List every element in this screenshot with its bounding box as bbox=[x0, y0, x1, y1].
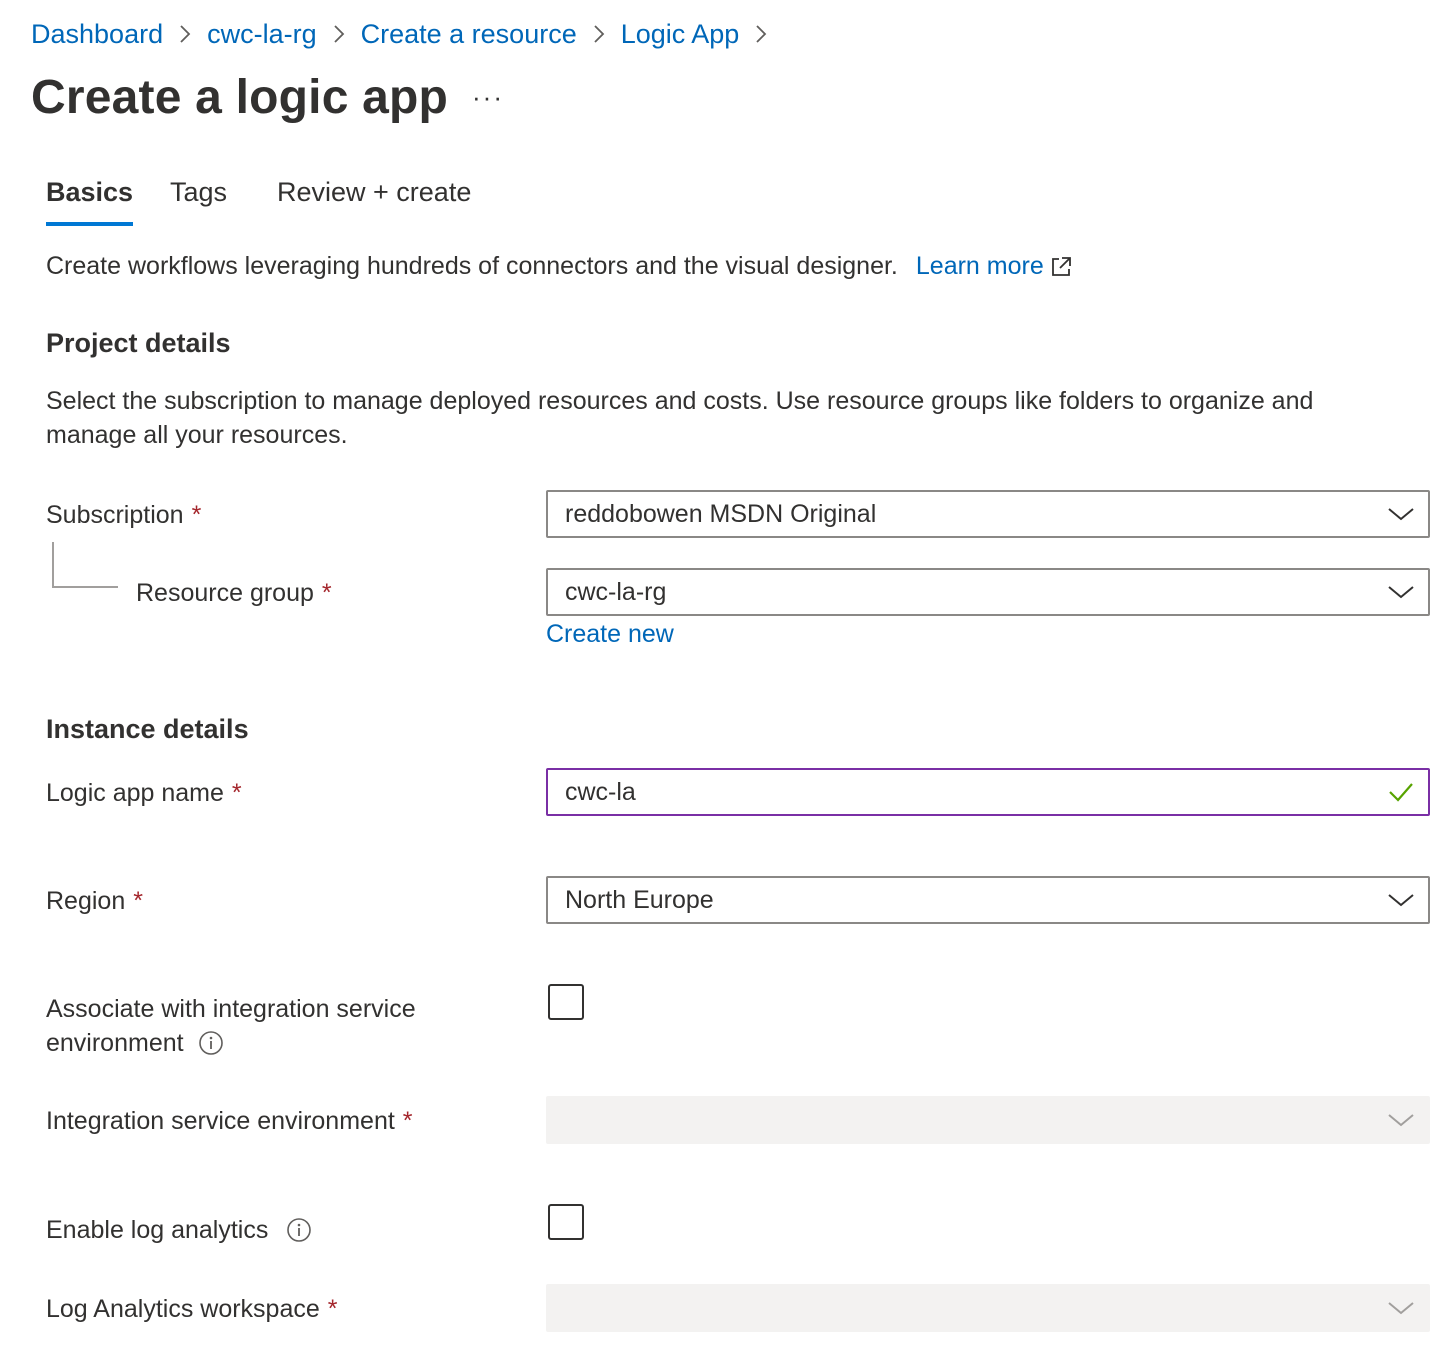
project-details-description: Select the subscription to manage deploy… bbox=[46, 387, 1314, 449]
external-link-icon bbox=[1050, 256, 1072, 278]
subscription-label: Subscription * bbox=[46, 498, 201, 532]
log-workspace-label-text: Log Analytics workspace bbox=[46, 1295, 320, 1323]
subscription-value: reddobowen MSDN Original bbox=[565, 499, 877, 528]
region-label-text: Region bbox=[46, 887, 126, 915]
tab-review-create[interactable]: Review + create bbox=[277, 170, 471, 226]
ise-label: Integration service environment * bbox=[46, 1104, 413, 1138]
more-options-button[interactable]: ··· bbox=[472, 82, 504, 113]
resource-group-label-text: Resource group bbox=[136, 579, 314, 607]
associate-ise-label-line2: environment bbox=[46, 1029, 184, 1057]
resource-group-dropdown[interactable]: cwc-la-rg bbox=[546, 568, 1430, 616]
associate-ise-checkbox[interactable] bbox=[548, 984, 584, 1020]
resource-group-tree-connector bbox=[52, 542, 118, 588]
instance-details-heading: Instance details bbox=[46, 714, 249, 744]
ise-label-text: Integration service environment bbox=[46, 1107, 395, 1135]
resource-group-value: cwc-la-rg bbox=[565, 577, 667, 606]
breadcrumb-logic-app[interactable]: Logic App bbox=[621, 19, 740, 50]
checkmark-icon bbox=[1374, 781, 1428, 803]
associate-ise-label-line1: Associate with integration service bbox=[46, 995, 416, 1023]
required-marker: * bbox=[402, 1107, 413, 1135]
create-new-resource-group-link[interactable]: Create new bbox=[546, 620, 674, 649]
chevron-right-icon bbox=[317, 16, 361, 52]
required-marker: * bbox=[191, 501, 202, 529]
breadcrumb-dashboard[interactable]: Dashboard bbox=[31, 19, 163, 50]
log-workspace-label: Log Analytics workspace * bbox=[46, 1292, 338, 1326]
intro-text: Create workflows leveraging hundreds of … bbox=[46, 252, 898, 280]
chevron-down-icon bbox=[1374, 584, 1428, 600]
subscription-dropdown[interactable]: reddobowen MSDN Original bbox=[546, 490, 1430, 538]
info-icon[interactable] bbox=[198, 1030, 224, 1056]
learn-more-link[interactable]: Learn more bbox=[916, 252, 1072, 281]
logic-app-name-input[interactable]: cwc-la bbox=[546, 768, 1430, 816]
log-analytics-label: Enable log analytics bbox=[46, 1213, 312, 1247]
breadcrumb: Dashboard cwc-la-rg Create a resource Lo… bbox=[31, 16, 783, 52]
breadcrumb-resource-group[interactable]: cwc-la-rg bbox=[207, 19, 317, 50]
page-title: Create a logic app bbox=[31, 71, 449, 124]
project-details-heading: Project details bbox=[46, 328, 231, 358]
required-marker: * bbox=[327, 1295, 338, 1323]
tab-tags[interactable]: Tags bbox=[170, 170, 227, 226]
region-value: North Europe bbox=[565, 885, 714, 914]
required-marker: * bbox=[231, 779, 242, 807]
chevron-right-icon bbox=[163, 16, 207, 52]
chevron-down-icon bbox=[1374, 892, 1428, 908]
intro-text-row: Create workflows leveraging hundreds of … bbox=[46, 252, 1072, 281]
log-analytics-label-text: Enable log analytics bbox=[46, 1216, 269, 1244]
logic-app-name-label-text: Logic app name bbox=[46, 779, 224, 807]
chevron-down-icon bbox=[1374, 1300, 1428, 1316]
logic-app-name-label: Logic app name * bbox=[46, 776, 242, 810]
tab-basics[interactable]: Basics bbox=[46, 170, 134, 226]
resource-group-label: Resource group * bbox=[136, 576, 332, 610]
chevron-down-icon bbox=[1374, 1112, 1428, 1128]
ise-dropdown bbox=[546, 1096, 1430, 1144]
region-label: Region * bbox=[46, 884, 143, 918]
info-icon[interactable] bbox=[286, 1217, 312, 1243]
learn-more-label: Learn more bbox=[915, 252, 1044, 280]
chevron-down-icon bbox=[1374, 506, 1428, 522]
log-workspace-dropdown bbox=[546, 1284, 1430, 1332]
log-analytics-checkbox[interactable] bbox=[548, 1204, 584, 1240]
breadcrumb-create-resource[interactable]: Create a resource bbox=[361, 19, 577, 50]
chevron-right-icon bbox=[577, 16, 621, 52]
associate-ise-label: Associate with integration service envir… bbox=[46, 992, 416, 1060]
subscription-label-text: Subscription bbox=[46, 501, 184, 529]
required-marker: * bbox=[133, 887, 143, 915]
logic-app-name-value: cwc-la bbox=[565, 777, 636, 806]
chevron-right-icon bbox=[739, 16, 783, 52]
required-marker: * bbox=[321, 579, 332, 607]
region-dropdown[interactable]: North Europe bbox=[546, 876, 1430, 924]
